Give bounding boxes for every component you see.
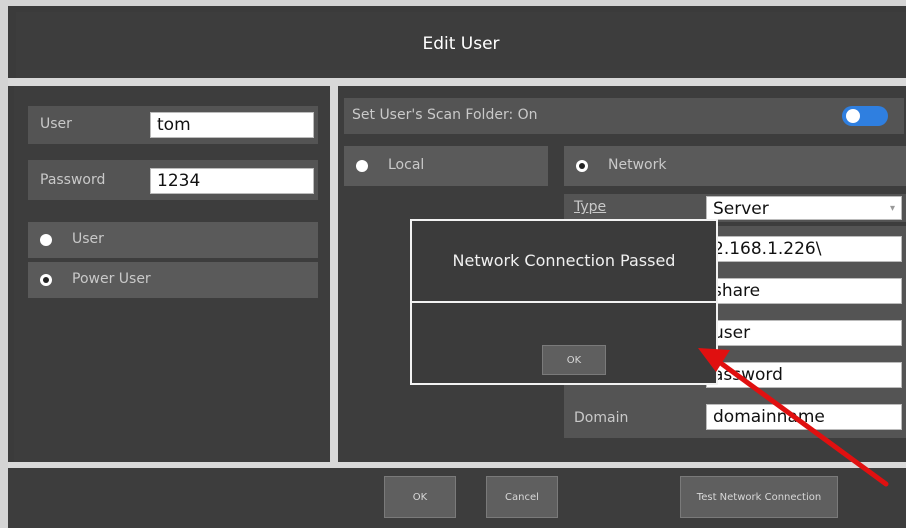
annotation-arrow-icon xyxy=(698,348,889,487)
